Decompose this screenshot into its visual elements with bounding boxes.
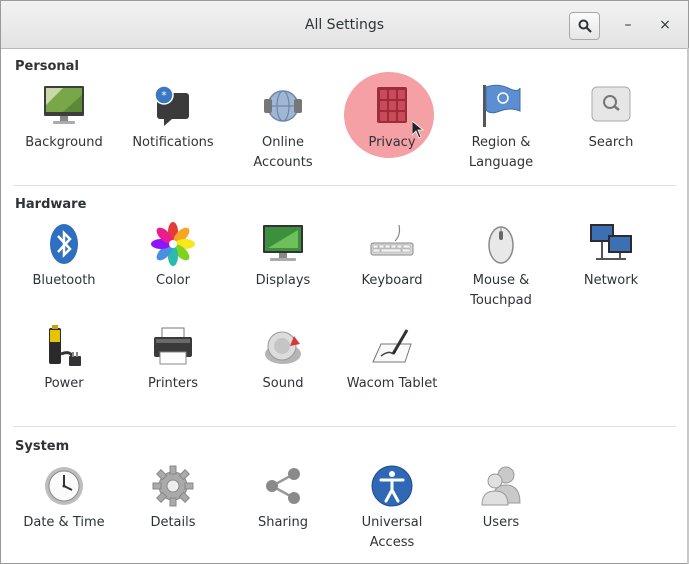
section-title-system: System [15, 439, 70, 454]
panel-label: Search [588, 135, 634, 150]
panel-label: Notifications [132, 135, 214, 150]
sharing-icon [260, 463, 306, 509]
panel-sound[interactable]: Sound [228, 324, 338, 394]
mouse-cursor-icon [412, 121, 424, 139]
panel-label: Keyboard [361, 273, 423, 288]
region-flag-icon [478, 83, 524, 129]
panel-label: Mouse & Touchpad [470, 273, 532, 308]
panel-label: Sharing [258, 515, 308, 530]
panel-sharing[interactable]: Sharing [228, 463, 338, 533]
panel-label: Color [156, 273, 190, 288]
panel-bluetooth[interactable]: Bluetooth [9, 221, 119, 291]
background-icon [41, 83, 87, 129]
panel-keyboard[interactable]: Keyboard [337, 221, 447, 291]
panel-mouse-touchpad[interactable]: Mouse & Touchpad [446, 221, 556, 310]
notifications-icon: * [150, 83, 196, 129]
title-bar: All Settings – × [1, 1, 688, 49]
panel-background[interactable]: Background [9, 83, 119, 153]
panel-notifications[interactable]: * Notifications [118, 83, 228, 153]
sound-icon [260, 324, 306, 370]
panel-label: Background [25, 135, 103, 150]
search-icon [588, 83, 634, 129]
panel-label: Printers [147, 376, 199, 391]
panel-label: Privacy [368, 135, 416, 150]
panel-label: Power [44, 376, 84, 391]
panel-search[interactable]: Search [556, 83, 666, 153]
panel-label: Date & Time [23, 515, 105, 530]
panel-label: Bluetooth [32, 273, 96, 288]
panel-label: Region & Language [468, 135, 534, 170]
panel-wacom-tablet[interactable]: Wacom Tablet [337, 324, 447, 394]
wacom-tablet-icon [369, 324, 415, 370]
panel-label: Details [150, 515, 196, 530]
section-separator [13, 185, 676, 186]
panel-power[interactable]: Power [9, 324, 119, 394]
printer-icon [150, 324, 196, 370]
mouse-icon [478, 221, 524, 267]
panel-label: Universal Access [361, 515, 423, 550]
panel-label: Wacom Tablet [346, 376, 438, 391]
section-title-hardware: Hardware [15, 197, 87, 212]
section-title-personal: Personal [15, 59, 79, 74]
displays-icon [260, 221, 306, 267]
online-accounts-icon [260, 83, 306, 129]
panel-label: Network [583, 273, 639, 288]
panel-details[interactable]: Details [118, 463, 228, 533]
clock-icon [41, 463, 87, 509]
privacy-icon [369, 83, 415, 129]
section-separator [13, 426, 676, 427]
search-button[interactable] [569, 12, 600, 40]
panel-printers[interactable]: Printers [118, 324, 228, 394]
settings-window: All Settings – × Personal Background * N… [0, 0, 689, 564]
panel-label: Online Accounts [253, 135, 313, 170]
svg-text:*: * [161, 89, 167, 102]
panel-label: Users [482, 515, 520, 530]
panel-network[interactable]: Network [556, 221, 666, 291]
panel-color[interactable]: Color [118, 221, 228, 291]
panel-region-language[interactable]: Region & Language [446, 83, 556, 172]
panel-label: Sound [262, 376, 304, 391]
minimize-button[interactable]: – [618, 15, 638, 35]
panel-displays[interactable]: Displays [228, 221, 338, 291]
color-icon [150, 221, 196, 267]
power-icon [41, 324, 87, 370]
panel-online-accounts[interactable]: Online Accounts [228, 83, 338, 172]
panel-users[interactable]: Users [446, 463, 556, 533]
bluetooth-icon [41, 221, 87, 267]
users-icon [478, 463, 524, 509]
panel-universal-access[interactable]: Universal Access [337, 463, 447, 552]
universal-access-icon [369, 463, 415, 509]
network-icon [588, 221, 634, 267]
panel-date-time[interactable]: Date & Time [9, 463, 119, 533]
keyboard-icon [369, 221, 415, 267]
close-button[interactable]: × [655, 15, 675, 35]
panel-label: Displays [255, 273, 311, 288]
magnifier-icon [578, 19, 592, 33]
details-gear-icon [150, 463, 196, 509]
panel-privacy[interactable]: Privacy [337, 83, 447, 153]
